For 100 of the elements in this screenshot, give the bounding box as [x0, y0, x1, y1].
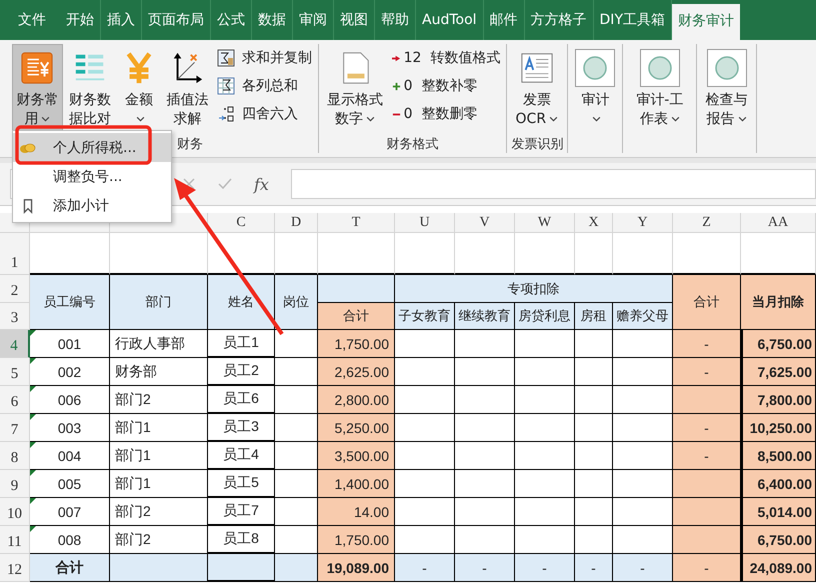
empty-cell	[575, 498, 613, 526]
decimal-arrow-icon	[216, 105, 235, 123]
ribbon-button[interactable]: 12 转数值格式	[390, 46, 502, 70]
menu-item[interactable]: 调整负号...	[13, 162, 171, 191]
group-label: 发票识别	[511, 136, 564, 153]
table-cell: 5,014.00	[741, 498, 816, 526]
ribbon-button[interactable]: 各列总和	[214, 74, 314, 98]
column-header: 房租	[575, 303, 613, 330]
ribbon-button[interactable]: 财务数据比对	[64, 44, 116, 134]
empty-cell	[515, 358, 575, 386]
table-cell: 1,400.00	[318, 470, 395, 498]
column-header: 当月扣除	[741, 275, 816, 330]
column-header[interactable]: T	[318, 213, 395, 233]
column-header[interactable]: Z	[673, 213, 741, 233]
ribbon-tab[interactable]: 文件	[8, 0, 56, 40]
table-cell: 19,089.00	[318, 554, 395, 582]
table-cell: 007	[30, 498, 110, 526]
ribbon-button[interactable]: 四舍六入	[214, 102, 314, 126]
table-cell: 006	[30, 386, 110, 414]
cancel-icon[interactable]	[182, 177, 196, 191]
empty-cell	[455, 414, 515, 442]
ribbon-tab[interactable]: 财务审计	[672, 4, 740, 40]
row-header[interactable]: 4	[0, 330, 30, 358]
checkmark-icon[interactable]	[218, 177, 232, 191]
table-cell: 财务部	[110, 358, 208, 386]
row-header[interactable]: 1	[0, 233, 30, 275]
table-cell: 员工3	[208, 414, 275, 442]
table-cell: -	[673, 330, 741, 358]
row-header[interactable]: 11	[0, 526, 30, 554]
table-cell: 员工4	[208, 442, 275, 470]
function-button[interactable]: fx	[254, 174, 269, 194]
table-cell: -	[673, 442, 741, 470]
column-header[interactable]: C	[208, 213, 275, 233]
row-header[interactable]: 2	[0, 275, 30, 303]
table-cell: -	[395, 554, 455, 582]
column-header: 专项扣除	[395, 275, 673, 303]
column-header: 继续教育	[455, 303, 515, 330]
ribbon-button[interactable]: 审计	[572, 44, 618, 134]
table-cell: 员工7	[208, 498, 275, 526]
empty-cell	[515, 442, 575, 470]
column-header[interactable]: D	[275, 213, 318, 233]
empty-cell	[575, 442, 613, 470]
row-header[interactable]: 12	[0, 554, 30, 582]
column-header[interactable]: Y	[613, 213, 673, 233]
ribbon-button[interactable]: 求和并复制	[214, 46, 314, 70]
empty-cell	[575, 358, 613, 386]
table-cell: 24,089.00	[741, 554, 816, 582]
empty-cell	[515, 386, 575, 414]
empty-cell	[515, 414, 575, 442]
sigma-sheet-icon	[216, 49, 235, 67]
menu-item[interactable]: 个人所得税...	[13, 133, 171, 162]
ribbon-button[interactable]: 检查与报告	[701, 44, 752, 134]
plus-icon	[392, 82, 401, 90]
table-cell: 6,400.00	[741, 470, 816, 498]
ribbon-button[interactable]: 金额	[118, 44, 160, 134]
table-cell: 2,625.00	[318, 358, 395, 386]
table-cell: 员工5	[208, 470, 275, 498]
ribbon-button[interactable]: 发票OCR	[511, 44, 562, 134]
table-cell: 001	[30, 330, 110, 358]
table-cell: 005	[30, 470, 110, 498]
table-cell: 8,500.00	[741, 442, 816, 470]
empty-cell	[515, 498, 575, 526]
empty-cell	[455, 358, 515, 386]
column-header: 部门	[110, 275, 208, 330]
table-cell: -	[673, 554, 741, 582]
row-header[interactable]: 10	[0, 498, 30, 526]
column-header: 员工编号	[30, 275, 110, 330]
column-header[interactable]: W	[515, 213, 575, 233]
column-header[interactable]: V	[455, 213, 515, 233]
sigma-grid-icon	[216, 77, 235, 95]
row-header[interactable]: 3	[0, 303, 30, 330]
ribbon-button[interactable]: 0 整数删零	[390, 102, 502, 126]
column-header[interactable]: AA	[741, 213, 816, 233]
row-header[interactable]: 6	[0, 386, 30, 414]
column-header[interactable]: U	[395, 213, 455, 233]
ribbon-button[interactable]: 显示格式数字	[322, 44, 388, 134]
formula-field[interactable]	[290, 169, 816, 199]
empty-cell	[455, 498, 515, 526]
ribbon-button[interactable]: 0 整数补零	[390, 74, 502, 98]
table-cell: 003	[30, 414, 110, 442]
column-header: 合计	[673, 275, 741, 330]
ribbon-button[interactable]: 插值法求解	[162, 44, 213, 134]
table-cell: 行政人事部	[110, 330, 208, 358]
row-header[interactable]: 8	[0, 442, 30, 470]
column-header: 岗位	[275, 275, 318, 330]
row-header[interactable]: 5	[0, 358, 30, 386]
column-header: 姓名	[208, 275, 275, 330]
column-header: 子女教育	[395, 303, 455, 330]
ribbon-button[interactable]: 审计-工作表	[627, 44, 692, 134]
empty-cell	[515, 470, 575, 498]
empty-cell	[515, 330, 575, 358]
row-header[interactable]: 7	[0, 414, 30, 442]
empty-cell	[575, 386, 613, 414]
table-cell: 004	[30, 442, 110, 470]
table-cell: -	[515, 554, 575, 582]
row-header[interactable]: 9	[0, 470, 30, 498]
menu-item[interactable]: 添加小计	[13, 191, 171, 220]
table-cell: 部门2	[110, 498, 208, 526]
column-header[interactable]: X	[575, 213, 613, 233]
empty-cell	[575, 470, 613, 498]
